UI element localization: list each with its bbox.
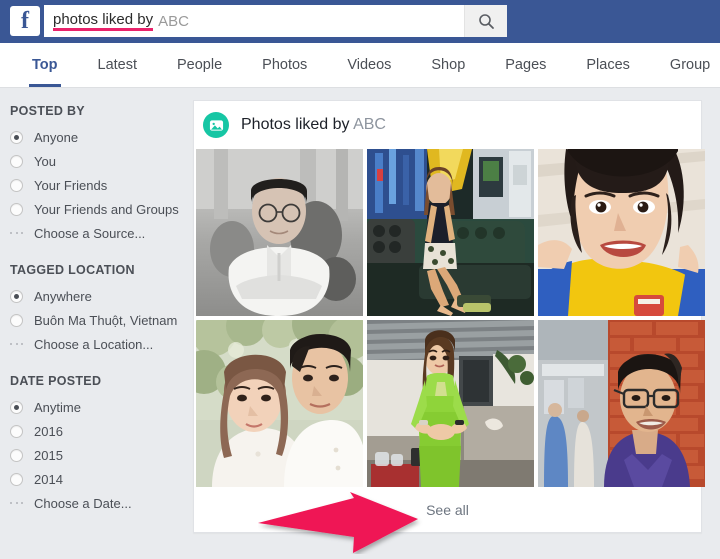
radio-icon[interactable]	[10, 314, 23, 327]
result-type-tabbar: Top Latest People Photos Videos Shop Pag…	[0, 43, 720, 88]
filter-option-label: Your Friends and Groups	[34, 202, 179, 217]
tab-top[interactable]: Top	[12, 43, 78, 87]
choose-label: Choose a Date...	[34, 496, 132, 511]
tab-label: Top	[32, 57, 58, 73]
facebook-logo[interactable]: f	[10, 6, 40, 36]
filter-group-title-tagged-location: TAGGED LOCATION	[0, 263, 190, 277]
tab-label: Latest	[98, 57, 138, 73]
facebook-top-navbar: f photos liked by ABC	[0, 0, 720, 43]
tab-label: People	[177, 57, 222, 73]
card-footer: See all	[194, 487, 701, 532]
search-bar[interactable]: photos liked by ABC	[44, 5, 507, 37]
tabs-list: Top Latest People Photos Videos Shop Pag…	[12, 43, 720, 87]
filter-option-you[interactable]: You	[0, 149, 190, 173]
radio-icon[interactable]	[10, 203, 23, 216]
radio-icon[interactable]	[10, 449, 23, 462]
filter-option-2014[interactable]: 2014	[0, 467, 190, 491]
tab-label: Pages	[505, 57, 546, 73]
photo-icon	[203, 112, 229, 138]
filter-option-2015[interactable]: 2015	[0, 443, 190, 467]
search-results-page: f photos liked by ABC Top Latest People	[0, 0, 720, 559]
photo-thumbnail[interactable]	[538, 320, 705, 487]
radio-icon[interactable]	[10, 425, 23, 438]
filter-option-buon-ma-thuot[interactable]: Buôn Ma Thuột, Vietnam	[0, 308, 190, 332]
ellipsis-icon	[10, 232, 23, 234]
choose-a-source-button[interactable]: Choose a Source...	[0, 221, 190, 245]
filter-group-title-posted-by: POSTED BY	[0, 104, 190, 118]
tab-label: Videos	[347, 57, 391, 73]
tab-latest[interactable]: Latest	[78, 43, 158, 87]
radio-icon[interactable]	[10, 155, 23, 168]
ellipsis-icon	[10, 502, 23, 504]
radio-icon[interactable]	[10, 473, 23, 486]
choose-label: Choose a Location...	[34, 337, 153, 352]
see-all-link[interactable]: See all	[426, 502, 469, 518]
card-title: Photos liked by ABC	[241, 116, 386, 134]
radio-icon[interactable]	[10, 179, 23, 192]
tab-shop[interactable]: Shop	[411, 43, 485, 87]
tab-label: Group	[670, 57, 710, 73]
spacer	[0, 356, 190, 374]
search-button[interactable]	[464, 5, 507, 37]
card-title-strong: Photos liked by	[241, 116, 350, 133]
tab-label: Photos	[262, 57, 307, 73]
choose-a-location-button[interactable]: Choose a Location...	[0, 332, 190, 356]
search-query-faint: ABC	[158, 14, 189, 29]
photo-grid	[194, 149, 701, 487]
choose-label: Choose a Source...	[34, 226, 145, 241]
filter-option-label: Buôn Ma Thuột, Vietnam	[34, 313, 177, 328]
search-input[interactable]: photos liked by ABC	[44, 5, 464, 37]
filter-option-anyone[interactable]: Anyone	[0, 125, 190, 149]
filter-option-your-friends-and-groups[interactable]: Your Friends and Groups	[0, 197, 190, 221]
filter-option-label: 2014	[34, 472, 63, 487]
tab-label: Places	[586, 57, 630, 73]
filter-option-label: Anyone	[34, 130, 78, 145]
photo-thumbnail[interactable]	[196, 149, 363, 316]
filter-option-anytime[interactable]: Anytime	[0, 395, 190, 419]
card-header: Photos liked by ABC	[194, 101, 701, 149]
filter-option-your-friends[interactable]: Your Friends	[0, 173, 190, 197]
photo-thumbnail[interactable]	[538, 149, 705, 316]
photo-thumbnail[interactable]	[196, 320, 363, 487]
filters-sidebar: POSTED BY Anyone You Your Friends Your F…	[0, 89, 190, 559]
filter-option-label: 2015	[34, 448, 63, 463]
choose-a-date-button[interactable]: Choose a Date...	[0, 491, 190, 515]
filter-option-anywhere[interactable]: Anywhere	[0, 284, 190, 308]
facebook-logo-letter: f	[10, 6, 40, 36]
tab-groups[interactable]: Group	[650, 43, 720, 87]
filter-option-label: 2016	[34, 424, 63, 439]
tab-people[interactable]: People	[157, 43, 242, 87]
tab-pages[interactable]: Pages	[485, 43, 566, 87]
filter-option-label: Anywhere	[34, 289, 92, 304]
radio-icon[interactable]	[10, 401, 23, 414]
tab-label: Shop	[431, 57, 465, 73]
filter-group-title-date-posted: DATE POSTED	[0, 374, 190, 388]
card-title-faint: ABC	[353, 116, 386, 133]
radio-icon[interactable]	[10, 290, 23, 303]
tab-places[interactable]: Places	[566, 43, 650, 87]
search-icon	[478, 13, 495, 30]
tab-photos[interactable]: Photos	[242, 43, 327, 87]
photos-result-card: Photos liked by ABC	[193, 100, 702, 533]
photo-thumbnail[interactable]	[367, 149, 534, 316]
filter-option-label: Anytime	[34, 400, 81, 415]
spacer	[0, 245, 190, 263]
photo-thumbnail[interactable]	[367, 320, 534, 487]
ellipsis-icon	[10, 343, 23, 345]
search-query-highlighted: photos liked by	[53, 12, 153, 31]
tab-videos[interactable]: Videos	[327, 43, 411, 87]
filter-option-label: Your Friends	[34, 178, 107, 193]
filter-option-label: You	[34, 154, 56, 169]
radio-icon[interactable]	[10, 131, 23, 144]
filter-option-2016[interactable]: 2016	[0, 419, 190, 443]
